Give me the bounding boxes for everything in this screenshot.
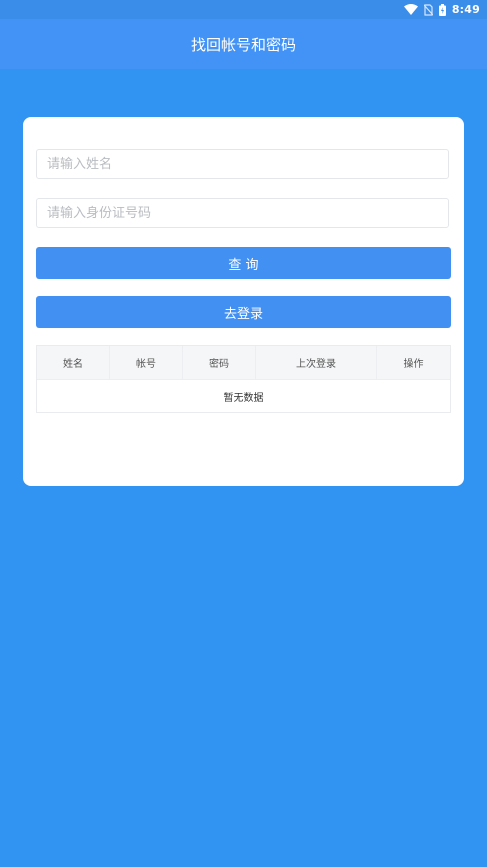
column-header-password: 密码 xyxy=(183,346,256,379)
id-number-input[interactable] xyxy=(36,198,449,228)
battery-icon xyxy=(438,3,446,16)
status-bar: 8:49 xyxy=(0,0,487,19)
table-header: 姓名 帐号 密码 上次登录 操作 xyxy=(37,346,450,380)
empty-state-text: 暂无数据 xyxy=(223,392,264,404)
page-title: 找回帐号和密码 xyxy=(190,35,296,54)
no-sim-icon xyxy=(423,3,433,16)
recovery-card: 查 询 去登录 姓名 帐号 密码 上次登录 操作 暂无数据 xyxy=(23,117,464,486)
column-header-name: 姓名 xyxy=(37,346,110,379)
column-header-account: 帐号 xyxy=(110,346,183,379)
wifi-icon xyxy=(403,4,418,15)
name-input[interactable] xyxy=(36,149,449,179)
query-button[interactable]: 查 询 xyxy=(36,247,451,279)
clock: 8:49 xyxy=(451,3,480,16)
column-header-last-login: 上次登录 xyxy=(256,346,377,379)
go-login-button[interactable]: 去登录 xyxy=(36,296,451,328)
app-header: 找回帐号和密码 xyxy=(0,19,487,69)
column-header-actions: 操作 xyxy=(403,359,424,370)
results-table: 姓名 帐号 密码 上次登录 操作 暂无数据 xyxy=(36,345,451,413)
